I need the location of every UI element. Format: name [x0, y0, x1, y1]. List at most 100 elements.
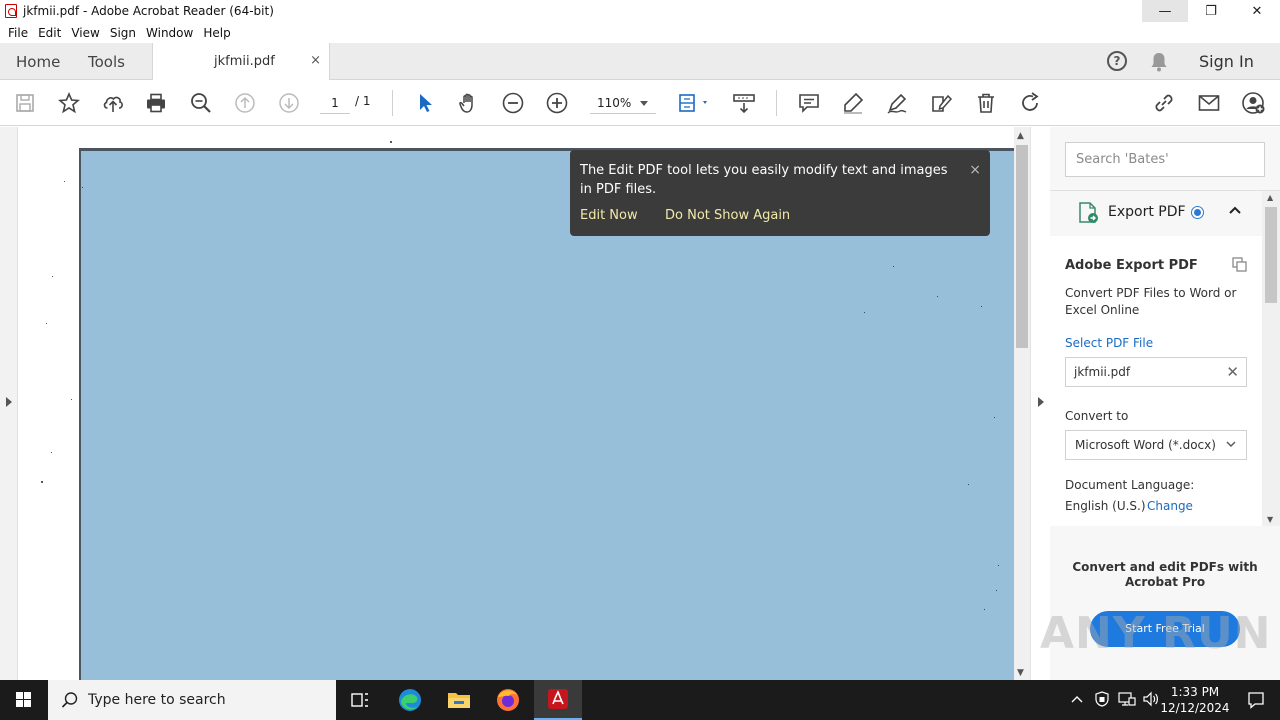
print-icon[interactable]: [144, 91, 168, 115]
zoom-select[interactable]: 110%: [590, 92, 656, 114]
close-tab-icon[interactable]: ×: [310, 53, 321, 68]
firefox-icon[interactable]: [484, 680, 532, 720]
left-pane-toggle[interactable]: [0, 127, 18, 680]
scroll-up-icon[interactable]: ▲: [1267, 193, 1273, 202]
add-user-icon[interactable]: [1241, 91, 1265, 115]
menu-help[interactable]: Help: [203, 26, 230, 40]
taskbar-clock[interactable]: 1:33 PM 12/12/2024: [1160, 684, 1230, 716]
upload-icon[interactable]: [101, 91, 125, 115]
scroll-up-icon[interactable]: ▲: [1017, 131, 1024, 141]
zoom-in-icon[interactable]: [545, 91, 569, 115]
convert-to-label: Convert to: [1065, 409, 1129, 423]
comment-icon[interactable]: [797, 91, 821, 115]
share-link-icon[interactable]: [1152, 91, 1176, 115]
maximize-button[interactable]: ❐: [1188, 0, 1234, 22]
next-page-icon[interactable]: [277, 91, 301, 115]
menu-view[interactable]: View: [71, 26, 99, 40]
document-scrollbar[interactable]: ▲ ▼: [1014, 127, 1030, 680]
page-speck: [984, 609, 985, 610]
help-icon[interactable]: ?: [1107, 51, 1127, 71]
format-select[interactable]: Microsoft Word (*.docx): [1065, 430, 1247, 460]
rotate-icon[interactable]: [1018, 91, 1042, 115]
format-value: Microsoft Word (*.docx): [1075, 438, 1216, 452]
edge-icon[interactable]: [386, 680, 434, 720]
select-pdf-file-link[interactable]: Select PDF File: [1065, 336, 1153, 350]
page-speck: [996, 590, 997, 591]
menu-file[interactable]: File: [8, 26, 28, 40]
draw-icon[interactable]: [885, 91, 909, 115]
page-speck: [41, 481, 43, 483]
prev-page-icon[interactable]: [233, 91, 257, 115]
collapse-right-icon: [1038, 397, 1044, 407]
remove-file-icon[interactable]: ✕: [1226, 358, 1239, 386]
scroll-mode-icon[interactable]: [732, 91, 756, 115]
zoom-out-icon[interactable]: [501, 91, 525, 115]
tab-home[interactable]: Home: [16, 53, 60, 71]
anyrun-watermark: ANY RUN: [1040, 608, 1272, 659]
tab-tools[interactable]: Tools: [88, 53, 125, 71]
close-window-button[interactable]: ✕: [1234, 0, 1280, 22]
chevron-up-icon[interactable]: [1228, 204, 1242, 218]
page-speck: [998, 565, 999, 566]
window-title: jkfmii.pdf - Adobe Acrobat Reader (64-bi…: [23, 4, 274, 18]
defender-icon[interactable]: [1094, 690, 1118, 710]
pane-scrollbar[interactable]: ▲ ▼: [1262, 191, 1280, 526]
highlight-icon[interactable]: [841, 91, 865, 115]
copy-icon[interactable]: [1231, 256, 1249, 275]
page-speck: [968, 484, 969, 485]
toolbar-divider: [776, 90, 777, 116]
start-button[interactable]: [0, 680, 48, 720]
hand-tool-icon[interactable]: [457, 91, 481, 115]
delete-icon[interactable]: [974, 91, 998, 115]
sign-in-button[interactable]: Sign In: [1199, 52, 1254, 71]
menu-bar: File Edit View Sign Window Help: [0, 22, 1280, 43]
zoom-search-icon[interactable]: [189, 91, 213, 115]
page-speck: [937, 296, 938, 297]
tooltip-close-icon[interactable]: ×: [969, 162, 981, 178]
star-icon[interactable]: [57, 91, 81, 115]
tooltip-text: The Edit PDF tool lets you easily modify…: [580, 163, 948, 197]
scroll-down-icon[interactable]: ▼: [1267, 515, 1273, 524]
page-speck: [64, 181, 65, 182]
change-language-link[interactable]: Change: [1147, 499, 1193, 513]
taskbar-search[interactable]: Type here to search: [48, 680, 336, 720]
menu-window[interactable]: Window: [146, 26, 193, 40]
acrobat-pro-promo: Convert and edit PDFs with Acrobat Pro: [1072, 560, 1258, 589]
pane-scrollbar-thumb[interactable]: [1265, 207, 1277, 303]
task-view-icon[interactable]: [336, 680, 384, 720]
edit-pdf-tooltip: The Edit PDF tool lets you easily modify…: [570, 150, 990, 236]
page-number-input[interactable]: 1: [320, 92, 350, 114]
expand-left-icon: [6, 397, 12, 407]
minimize-button[interactable]: —: [1142, 0, 1188, 22]
right-pane-toggle[interactable]: [1030, 127, 1050, 680]
edit-pdf-icon[interactable]: [929, 91, 953, 115]
show-hidden-icons-icon[interactable]: [1070, 693, 1088, 707]
page-speck: [52, 276, 53, 277]
tab-document[interactable]: jkfmii.pdf ×: [152, 43, 330, 80]
fit-page-icon[interactable]: [677, 91, 713, 115]
email-icon[interactable]: [1197, 91, 1221, 115]
acrobat-taskbar-icon[interactable]: [534, 680, 582, 720]
page-total: / 1: [355, 94, 371, 108]
edit-now-link[interactable]: Edit Now: [580, 208, 638, 223]
scroll-down-icon[interactable]: ▼: [1017, 668, 1024, 678]
save-icon[interactable]: [13, 91, 37, 115]
menu-edit[interactable]: Edit: [38, 26, 61, 40]
select-cursor-icon[interactable]: [413, 91, 437, 115]
bell-icon[interactable]: [1150, 52, 1168, 75]
notifications-icon[interactable]: [1232, 680, 1280, 720]
page-speck: [864, 312, 865, 313]
page-speck: [390, 141, 392, 143]
export-pdf-header[interactable]: Export PDF: [1050, 191, 1262, 235]
file-explorer-icon[interactable]: [435, 680, 483, 720]
acrobat-icon: [5, 4, 17, 18]
selected-file-field[interactable]: jkfmii.pdf ✕: [1065, 357, 1247, 387]
network-icon[interactable]: [1118, 691, 1142, 710]
zoom-value: 110%: [597, 96, 632, 110]
search-bates-input[interactable]: Search 'Bates': [1065, 142, 1265, 177]
do-not-show-again-link[interactable]: Do Not Show Again: [665, 208, 790, 223]
document-language-label: Document Language:: [1065, 478, 1195, 492]
scrollbar-thumb[interactable]: [1016, 145, 1028, 348]
page-speck: [994, 417, 995, 418]
menu-sign[interactable]: Sign: [110, 26, 136, 40]
